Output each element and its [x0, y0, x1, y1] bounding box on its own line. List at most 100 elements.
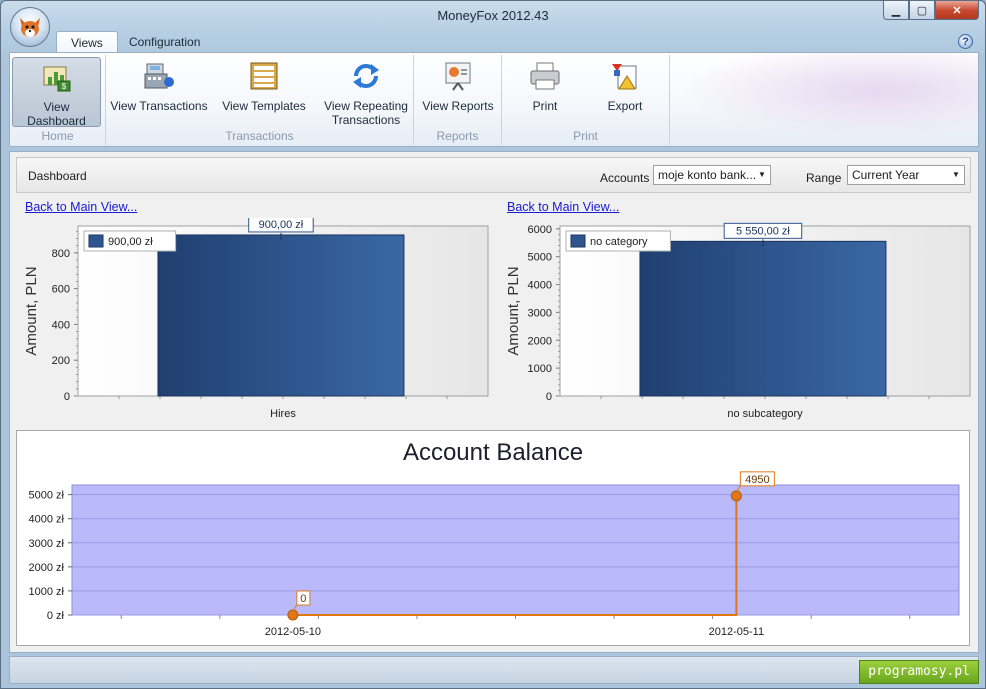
window-title: MoneyFox 2012.43 [437, 8, 549, 23]
window-controls: ▁ ▢ ✕ [883, 1, 979, 20]
y-tick-label: 1000 [528, 363, 552, 375]
x-tick-label: Hires [270, 408, 296, 420]
printer-icon [530, 62, 560, 90]
account-balance-chart: Account Balance 0 zł 1000 zł 2000 zł 3000 zł… [16, 430, 970, 646]
app-window: MoneyFox 2012.43 ▁ ▢ ✕ Views Configurati… [0, 0, 986, 689]
help-icon[interactable]: ? [958, 34, 973, 49]
dashboard-toolbar: Dashboard Accounts moje konto bank... ▼ … [16, 157, 971, 193]
tab-configuration[interactable]: Configuration [115, 31, 214, 53]
range-label: Range [806, 171, 842, 185]
repeat-icon [353, 64, 379, 88]
tab-views[interactable]: Views [56, 31, 118, 53]
y-tick-label: 200 [52, 355, 70, 367]
legend-label: no category [590, 236, 648, 248]
y-tick-label: 2000 zł [29, 562, 65, 574]
y-tick-label: 800 [52, 248, 70, 260]
templates-icon [250, 62, 278, 90]
y-tick-label: 6000 [528, 224, 552, 236]
group-label-reports: Reports [436, 129, 479, 143]
maximize-icon[interactable]: ▢ [909, 1, 935, 20]
chevron-down-icon[interactable]: ▼ [754, 166, 770, 184]
ribbon-decoration [648, 53, 978, 146]
print-button[interactable]: Print [510, 57, 580, 127]
data-label: 5 550,00 zł [736, 225, 790, 237]
status-bar [9, 656, 979, 684]
bar [157, 234, 405, 397]
dashboard-icon: $ [43, 66, 70, 92]
y-tick-label: 1000 zł [29, 586, 65, 598]
ribbon-group-print: Print Export Print [502, 55, 670, 145]
y-tick-label: 5000 zł [29, 490, 65, 502]
view-transactions-button[interactable]: View Transactions [110, 57, 208, 127]
view-reports-button[interactable]: View Reports [416, 57, 500, 127]
legend-label: 900,00 zł [108, 236, 153, 248]
y-tick-label: 400 [52, 319, 70, 331]
y-tick-label: 3000 zł [29, 538, 65, 550]
y-tick-label: 2000 [528, 335, 552, 347]
y-tick-label: 4000 [528, 280, 552, 292]
cash-register-icon [144, 63, 174, 89]
view-templates-button[interactable]: View Templates [218, 57, 310, 127]
svg-text:$: $ [61, 82, 66, 91]
export-icon [612, 64, 637, 90]
ribbon-panel: $ View Dashboard Home View Transactions [9, 52, 979, 147]
y-tick-label: 5000 [528, 252, 552, 264]
chart-title: Account Balance [403, 439, 583, 466]
plot-area [71, 484, 960, 616]
y-tick-label: 4000 zł [29, 514, 65, 526]
ribbon-tabs: Views Configuration ? [9, 31, 979, 53]
ribbon-group-home: $ View Dashboard Home [10, 55, 106, 145]
y-tick-label: 0 [64, 391, 70, 403]
app-menu-button[interactable] [10, 7, 50, 47]
bar [639, 240, 887, 397]
x-tick-label: 2012-05-10 [265, 626, 321, 638]
ribbon-group-reports: View Reports Reports [414, 55, 502, 145]
print-label: Print [532, 99, 558, 113]
close-icon[interactable]: ✕ [935, 1, 979, 20]
view-repeating-transactions-label: View Repeating Transactions [324, 99, 408, 127]
data-point [287, 609, 299, 621]
x-tick-label: 2012-05-11 [709, 626, 764, 638]
back-to-main-link-left[interactable]: Back to Main View... [25, 200, 137, 214]
chevron-down-icon[interactable]: ▼ [948, 166, 964, 184]
watermark-logo: programosy.pl [859, 660, 979, 684]
export-label: Export [607, 99, 643, 113]
y-tick-label: 0 [546, 391, 552, 403]
accounts-label: Accounts [600, 171, 650, 185]
dashboard-title: Dashboard [28, 169, 87, 183]
legend-swatch [570, 234, 586, 248]
view-repeating-transactions-button[interactable]: View Repeating Transactions [320, 57, 412, 127]
view-reports-label: View Reports [422, 99, 494, 113]
group-label-transactions: Transactions [225, 129, 294, 143]
view-dashboard-label: View Dashboard [27, 100, 86, 128]
minimize-icon[interactable]: ▁ [883, 1, 909, 20]
group-label-print: Print [573, 129, 598, 143]
view-transactions-label: View Transactions [110, 99, 208, 113]
export-button[interactable]: Export [590, 57, 660, 127]
data-point [730, 490, 742, 502]
view-dashboard-button[interactable]: $ View Dashboard [12, 57, 101, 128]
dashboard-content: Dashboard Accounts moje konto bank... ▼ … [9, 151, 979, 653]
legend-swatch [88, 234, 104, 248]
y-axis-label: Amount, PLN [23, 266, 40, 355]
group-label-home: Home [41, 129, 74, 143]
y-tick-label: 0 zł [47, 610, 65, 622]
ribbon-group-transactions: View Transactions View Templates View Re… [106, 55, 414, 145]
view-templates-label: View Templates [222, 99, 306, 113]
y-tick-label: 3000 [528, 307, 552, 319]
y-tick-label: 600 [52, 284, 70, 296]
data-label: 4950 [745, 474, 769, 486]
y-axis-label: Amount, PLN [505, 266, 522, 355]
accounts-select-value: moje konto bank... [658, 168, 757, 182]
data-label: 0 [300, 593, 306, 605]
fox-logo-icon [20, 18, 40, 37]
reports-icon [445, 62, 471, 91]
x-tick-label: no subcategory [727, 408, 803, 420]
back-to-main-link-right[interactable]: Back to Main View... [507, 200, 619, 214]
data-label: 900,00 zł [259, 219, 304, 231]
category-bar-chart-right: Amount, PLN 0 1000 2000 3000 4000 5000 6000 5 55… [505, 222, 971, 420]
title-bar: MoneyFox 2012.43 ▁ ▢ ✕ [1, 1, 985, 31]
accounts-select[interactable]: moje konto bank... ▼ [653, 165, 771, 185]
range-select[interactable]: Current Year ▼ [847, 165, 965, 185]
range-select-value: Current Year [852, 168, 920, 182]
